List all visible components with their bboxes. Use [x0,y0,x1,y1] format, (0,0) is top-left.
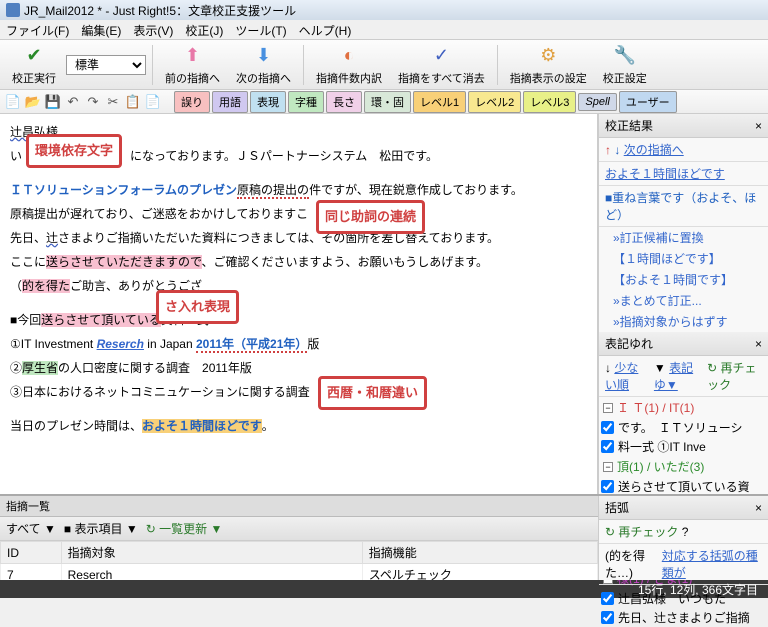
tag-char[interactable]: 字種 [288,91,324,113]
cb[interactable] [601,421,614,434]
tag-term[interactable]: 用語 [212,91,248,113]
candidate-1[interactable]: 【１時間ほどです】 [599,248,768,269]
cb[interactable] [601,611,614,624]
tag-expr[interactable]: 表現 [250,91,286,113]
tag-lv2[interactable]: レベル2 [468,91,521,113]
chart-icon: ◐ [337,44,361,68]
up-arrow-icon: ⬆ [181,44,205,68]
side-header-results: 校正結果× [599,114,768,138]
menubar: ファイル(F) 編集(E) 表示(V) 校正(J) ツール(T) ヘルプ(H) [0,20,768,40]
table-row[interactable]: 7Reserchスペルチェック [1,564,598,581]
collapse-icon[interactable]: − [603,462,613,472]
tag-spell[interactable]: Spell [578,93,616,111]
menu-tools[interactable]: ツール(T) [235,22,286,37]
menu-view[interactable]: 表示(V) [133,22,173,37]
close-icon[interactable]: × [755,119,762,133]
close-icon[interactable]: × [755,501,762,515]
count-button[interactable]: ◐指摘件数内訳 [310,42,388,88]
help-icon[interactable]: ? [682,525,689,539]
issue-list-tab[interactable]: 指摘一覧 [0,496,598,517]
document-area[interactable]: 環境依存文字 同じ助詞の連続 さ入れ表現 西暦・和暦違い 辻昌弘様 いになってお… [0,114,598,494]
cb[interactable] [601,592,614,605]
tagbar: 📄 📂 💾 ↶ ↷ ✂ 📋 📄 誤り 用語 表現 字種 長さ 環・固 レベル1 … [0,90,768,114]
candidate-2[interactable]: 【およそ１時間です】 [599,269,768,290]
save-icon[interactable]: 💾 [44,93,62,111]
callout-era: 西暦・和暦違い [318,376,427,410]
bottom-panel: 指摘一覧 すべて ▼ ■ 表示項目 ▼ ↻ 一覧更新 ▼ ID指摘対象指摘機能 … [0,494,768,580]
tag-error[interactable]: 誤り [174,91,210,113]
menu-edit[interactable]: 編集(E) [81,22,121,37]
copy-icon[interactable]: 📋 [124,93,142,111]
side-panel: 校正結果× ↑ ↓ 次の指摘へ およそ１時間ほどです ■重ね言葉です（およそ、ほ… [598,114,768,494]
window-title: JR_Mail2012 * - Just Right!5：文章校正支援ツール [24,2,296,19]
filter-all[interactable]: すべて ▼ [6,520,56,537]
settings-icon: ⚙ [536,44,560,68]
bottom-side: 括弧× ↻ 再チェック ? (的を得た…)対応する括弧の種類が [598,496,768,580]
menu-file[interactable]: ファイル(F) [6,22,69,37]
side-header-variants: 表記ゆれ× [599,332,768,356]
clear-button[interactable]: ✓指摘をすべて消去 [392,42,491,88]
prev-button[interactable]: ⬆前の指摘へ [159,42,226,88]
tag-env[interactable]: 環・固 [364,91,411,113]
recheck-button[interactable]: ↻ 再チェック [707,359,762,393]
tag-lv1[interactable]: レベル1 [413,91,466,113]
app-icon [6,3,20,17]
check-icon: ✔ [22,44,46,68]
issue-list: 指摘一覧 すべて ▼ ■ 表示項目 ▼ ↻ 一覧更新 ▼ ID指摘対象指摘機能 … [0,496,598,580]
pref-icon: 🔧 [613,44,637,68]
style-select[interactable]: 標準 [66,55,146,75]
down-icon[interactable]: ↓ [614,143,620,157]
group-dd[interactable]: ▼ 表記ゆ▼ [654,359,701,393]
open-icon[interactable]: 📂 [24,93,42,111]
redo-icon[interactable]: ↷ [84,93,102,111]
up-icon[interactable]: ↑ [605,143,611,157]
display-cols[interactable]: ■ 表示項目 ▼ [64,520,138,537]
exclude-link[interactable]: »指摘対象からはずす [599,311,768,332]
main: 環境依存文字 同じ助詞の連続 さ入れ表現 西暦・和暦違い 辻昌弘様 いになってお… [0,114,768,494]
expanded-item[interactable]: およそ１時間ほどです [599,162,768,186]
refresh-list[interactable]: ↻ 一覧更新 ▼ [146,520,223,537]
replace-link[interactable]: »訂正候補に置換 [599,227,768,248]
menu-proof[interactable]: 校正(J) [185,22,223,37]
close-icon[interactable]: × [755,337,762,351]
pref-button[interactable]: 🔧校正設定 [597,42,653,88]
recheck-button[interactable]: ↻ 再チェック [605,525,678,539]
paste-icon[interactable]: 📄 [144,93,162,111]
statusbar: 15行, 12列, 366文字目 [0,580,768,598]
fix-all-link[interactable]: »まとめて訂正... [599,290,768,311]
tag-user[interactable]: ユーザー [619,91,677,113]
new-icon[interactable]: 📄 [4,93,22,111]
issue-table: ID指摘対象指摘機能 7Reserchスペルチェック 82011年（平成21年）… [0,541,598,580]
settings-button[interactable]: ⚙指摘表示の設定 [504,42,593,88]
dup-words: ■重ね言葉です（およそ、ほど） [599,186,768,227]
callout-saire: さ入れ表現 [156,290,239,324]
cut-icon[interactable]: ✂ [104,93,122,111]
cb[interactable] [601,440,614,453]
callout-particle: 同じ助詞の連続 [316,200,425,234]
collapse-icon[interactable]: − [603,403,613,413]
tag-len[interactable]: 長さ [326,91,362,113]
callout-env: 環境依存文字 [26,134,122,168]
down-arrow-icon: ⬇ [252,44,276,68]
titlebar: JR_Mail2012 * - Just Right!5：文章校正支援ツール [0,0,768,20]
tag-lv3[interactable]: レベル3 [523,91,576,113]
menu-help[interactable]: ヘルプ(H) [299,22,352,37]
toolbar: ✔校正実行 標準 ⬆前の指摘へ ⬇次の指摘へ ◐指摘件数内訳 ✓指摘をすべて消去… [0,40,768,90]
next-button[interactable]: ⬇次の指摘へ [230,42,297,88]
next-issue-link[interactable]: 次の指摘へ [624,143,684,157]
cb[interactable] [601,480,614,493]
undo-icon[interactable]: ↶ [64,93,82,111]
run-button[interactable]: ✔校正実行 [6,42,62,88]
clear-icon: ✓ [429,44,453,68]
sort-asc[interactable]: ↓ 少ない順 [605,359,648,393]
